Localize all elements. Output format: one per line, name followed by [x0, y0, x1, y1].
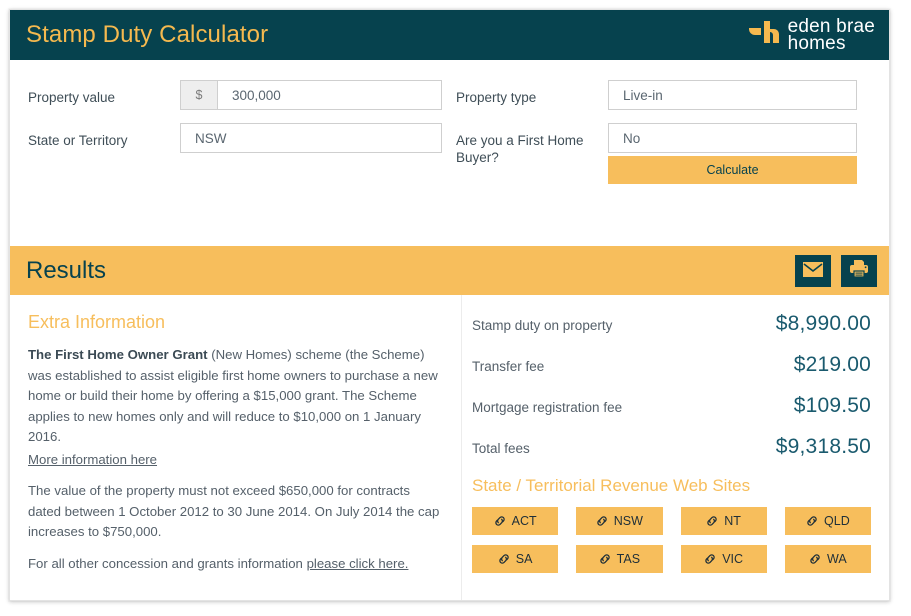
logo-line-2: homes	[787, 33, 846, 54]
revenue-sites-heading: State / Territorial Revenue Web Sites	[472, 476, 751, 495]
envelope-icon	[803, 261, 823, 280]
figure-row: Mortgage registration fee $109.50	[472, 394, 871, 426]
first-home-buyer-label: Are you a First Home Buyer?	[456, 133, 584, 165]
revenue-site-act-button[interactable]: ACT	[472, 507, 559, 535]
revenue-site-label: TAS	[616, 552, 641, 566]
results-header: Results	[10, 246, 889, 295]
results-actions	[795, 254, 877, 287]
total-fees-label: Total fees	[472, 441, 530, 456]
calculator-form: Property value $ 300,000 Property type L…	[10, 60, 889, 246]
revenue-site-qld-button[interactable]: QLD	[784, 507, 871, 535]
currency-addon: $	[181, 81, 218, 109]
property-type-select[interactable]: Live-in	[608, 80, 857, 110]
app-header: Stamp Duty Calculator eden brae homes	[10, 10, 889, 60]
results-title: Results	[26, 256, 107, 284]
property-type-field-wrap: Live-in	[608, 80, 871, 123]
first-home-buyer-text: No	[623, 130, 641, 146]
stamp-duty-value: $8,990.00	[775, 312, 871, 335]
link-icon	[706, 515, 718, 527]
revenue-site-label: WA	[827, 552, 847, 566]
please-click-here-link[interactable]: please click here.	[307, 556, 409, 571]
first-home-buyer-field-wrap: No Calculate	[608, 123, 871, 197]
total-fees-value: $9,318.50	[775, 435, 871, 458]
calculator-card: Stamp Duty Calculator eden brae homes Pr…	[9, 9, 890, 601]
revenue-site-label: QLD	[824, 514, 850, 528]
link-icon	[599, 553, 611, 565]
property-value-field-wrap: $ 300,000	[180, 80, 456, 123]
eden-brae-mark-icon	[747, 17, 781, 54]
results-body: Extra Information The First Home Owner G…	[10, 295, 889, 600]
link-icon	[704, 553, 716, 565]
property-value-text: 300,000	[232, 87, 281, 103]
revenue-site-label: ACT	[511, 514, 537, 528]
printer-icon	[849, 260, 869, 281]
link-icon	[494, 515, 506, 527]
print-results-button[interactable]	[841, 254, 877, 287]
concession-text: For all other concession and grants info…	[28, 555, 307, 571]
more-information-link[interactable]: More information here	[28, 450, 157, 471]
more-information-row: More information here	[28, 450, 445, 471]
state-or-territory-label: State or Territory	[28, 133, 128, 148]
revenue-site-nt-button[interactable]: NT	[680, 507, 767, 535]
revenue-site-label: VIC	[722, 552, 744, 566]
property-value-input[interactable]: $ 300,000	[180, 80, 442, 110]
revenue-site-label: NSW	[613, 514, 643, 528]
link-icon	[498, 553, 510, 565]
figure-row: Stamp duty on property $8,990.00	[472, 312, 871, 344]
state-or-territory-text: NSW	[195, 130, 227, 146]
transfer-fee-value: $219.00	[793, 353, 871, 376]
property-type-row: Property type Live-in	[456, 80, 871, 123]
figures-panel: Stamp duty on property $8,990.00 Transfe…	[462, 295, 889, 600]
logo-wordmark: eden brae homes	[787, 17, 875, 54]
grant-name-bold: The First Home Owner Grant	[28, 347, 208, 362]
revenue-site-sa-button[interactable]: SA	[472, 545, 559, 573]
email-results-button[interactable]	[795, 254, 831, 287]
revenue-site-vic-button[interactable]: VIC	[680, 545, 767, 573]
transfer-fee-label: Transfer fee	[472, 359, 545, 374]
extra-paragraph-1: The First Home Owner Grant (New Homes) s…	[28, 345, 445, 448]
revenue-site-wa-button[interactable]: WA	[784, 545, 871, 573]
extra-paragraph-3: For all other concession and grants info…	[28, 554, 445, 575]
calculate-button[interactable]: Calculate	[608, 156, 857, 184]
first-home-buyer-row: Are you a First Home Buyer? No Calculate	[456, 123, 871, 197]
revenue-site-nsw-button[interactable]: NSW	[576, 507, 663, 535]
extra-information-heading: Extra Information	[28, 312, 166, 332]
link-icon	[806, 515, 818, 527]
property-value-label: Property value	[28, 90, 116, 105]
extra-information-panel: Extra Information The First Home Owner G…	[10, 295, 462, 600]
figure-row: Transfer fee $219.00	[472, 353, 871, 385]
page-title: Stamp Duty Calculator	[26, 21, 269, 48]
link-icon	[809, 553, 821, 565]
revenue-site-tas-button[interactable]: TAS	[576, 545, 663, 573]
revenue-site-label: SA	[515, 552, 533, 566]
revenue-site-label: NT	[724, 514, 741, 528]
revenue-sites-grid: ACT NSW NT QLD SA TAS VIC WA	[472, 507, 871, 573]
state-or-territory-field-wrap: NSW	[180, 123, 456, 197]
first-home-buyer-select[interactable]: No	[608, 123, 857, 153]
mortgage-registration-fee-value: $109.50	[793, 394, 871, 417]
eden-brae-homes-logo: eden brae homes	[747, 17, 875, 54]
stamp-duty-label: Stamp duty on property	[472, 318, 613, 333]
property-type-text: Live-in	[623, 87, 663, 103]
state-or-territory-select[interactable]: NSW	[180, 123, 442, 153]
mortgage-registration-fee-label: Mortgage registration fee	[472, 400, 623, 415]
stamp-duty-calculator-page: Stamp Duty Calculator eden brae homes Pr…	[0, 0, 911, 616]
link-icon	[596, 515, 608, 527]
property-type-label: Property type	[456, 90, 537, 105]
figure-row: Total fees $9,318.50	[472, 435, 871, 467]
extra-paragraph-2: The value of the property must not excee…	[28, 483, 440, 539]
